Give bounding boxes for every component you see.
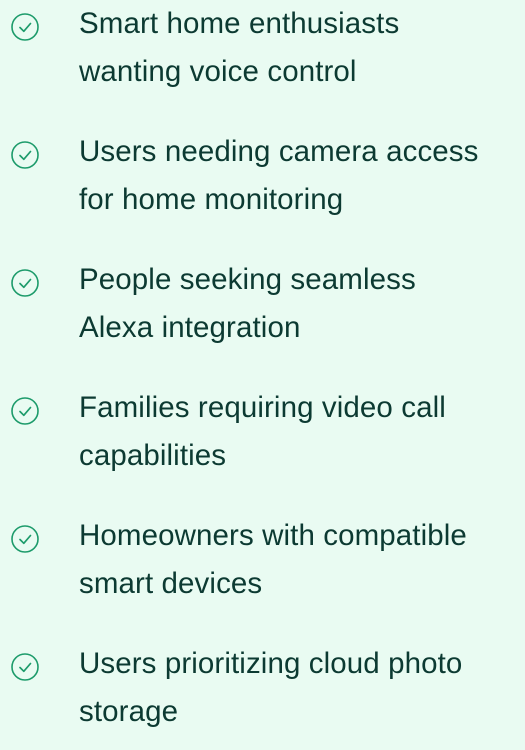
- list-item-line: smart devices: [79, 567, 263, 600]
- list-item: Smart home enthusiasts wanting voice con…: [0, 0, 525, 110]
- list-item-line: Users needing camera access: [79, 135, 479, 168]
- list-item: Families requiring video call capabiliti…: [0, 384, 525, 494]
- list-item: Homeowners with compatible smart devices: [0, 512, 525, 622]
- check-circle-icon: [10, 268, 40, 298]
- list-item: Users prioritizing cloud photo storage: [0, 640, 525, 750]
- check-circle-icon: [10, 140, 40, 170]
- check-circle-icon: [10, 652, 40, 682]
- check-circle-icon: [10, 12, 40, 42]
- list-item-text: People seeking seamless Alexa integratio…: [79, 256, 525, 352]
- list-item-text: Families requiring video call capabiliti…: [79, 384, 525, 480]
- list-item-text: Smart home enthusiasts wanting voice con…: [79, 0, 525, 96]
- list-item-text: Users prioritizing cloud photo storage: [79, 640, 525, 736]
- feature-list: Smart home enthusiasts wanting voice con…: [0, 0, 525, 729]
- check-circle-icon: [10, 524, 40, 554]
- list-item-line: Smart home enthusiasts: [79, 7, 400, 40]
- list-item-text: Homeowners with compatible smart devices: [79, 512, 525, 608]
- check-circle-icon: [10, 396, 40, 426]
- list-item-line: capabilities: [79, 439, 227, 472]
- list-item: People seeking seamless Alexa integratio…: [0, 256, 525, 366]
- list-item-text: Users needing camera access for home mon…: [79, 128, 525, 224]
- list-item-line: People seeking seamless: [79, 263, 416, 296]
- list-item-line: Alexa integration: [79, 311, 301, 344]
- list-item-line: Families requiring video call: [79, 391, 446, 424]
- list-item-line: for home monitoring: [79, 183, 344, 216]
- list-item-line: Users prioritizing cloud photo: [79, 647, 463, 680]
- list-item: Users needing camera access for home mon…: [0, 128, 525, 238]
- list-item-line: wanting voice control: [79, 55, 357, 88]
- list-item-line: Homeowners with compatible: [79, 519, 467, 552]
